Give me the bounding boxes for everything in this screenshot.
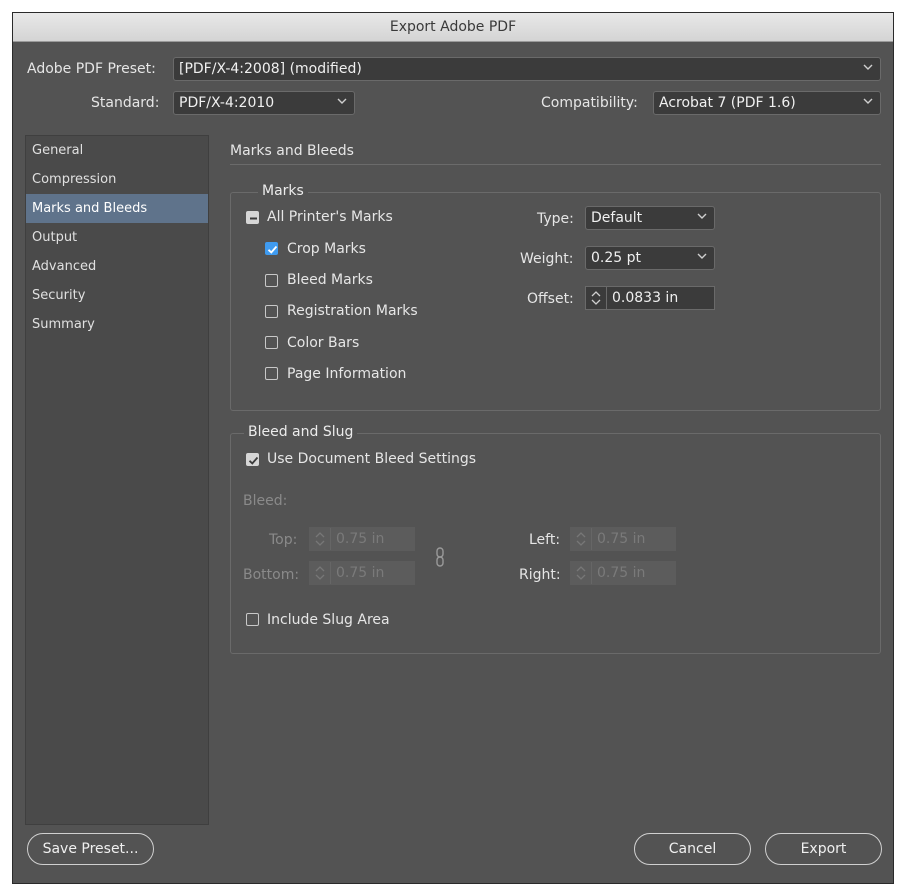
weight-label: Weight: (520, 251, 574, 267)
right-label: Right: (519, 567, 561, 583)
bleed-top-value: 0.75 in (336, 531, 385, 547)
standard-dropdown[interactable]: PDF/X-4:2010 (173, 91, 355, 115)
weight-dropdown[interactable]: 0.25 pt (585, 246, 715, 270)
offset-label: Offset: (527, 291, 574, 307)
preset-value: [PDF/X-4:2008] (modified) (179, 61, 362, 77)
category-sidebar: General Compression Marks and Bleeds Out… (25, 135, 209, 825)
compatibility-dropdown[interactable]: Acrobat 7 (PDF 1.6) (653, 91, 881, 115)
chevron-down-icon (863, 64, 873, 70)
all-printers-marks-checkbox[interactable] (246, 211, 259, 224)
sidebar-item-summary[interactable]: Summary (26, 310, 208, 339)
bleed-bottom-stepper[interactable]: 0.75 in (309, 561, 415, 585)
window-title: Export Adobe PDF (389, 19, 517, 35)
save-preset-button[interactable]: Save Preset... (27, 833, 154, 865)
top-label: Top: (269, 532, 298, 548)
color-bars-label: Color Bars (287, 335, 360, 351)
marks-group-title: Marks (258, 183, 308, 199)
bleed-bottom-value: 0.75 in (336, 565, 385, 581)
title-bar[interactable]: Export Adobe PDF (13, 13, 893, 42)
offset-value[interactable]: 0.0833 in (612, 290, 678, 306)
stepper-arrows-icon (576, 566, 586, 580)
bleed-marks-label: Bleed Marks (287, 272, 373, 288)
bleed-right-stepper[interactable]: 0.75 in (570, 561, 676, 585)
sidebar-item-security[interactable]: Security (26, 281, 208, 310)
registration-marks-label: Registration Marks (287, 303, 418, 319)
chevron-down-icon (863, 98, 873, 104)
stepper-arrows-icon (315, 532, 325, 546)
bleed-label: Bleed: (243, 493, 288, 509)
panel-title: Marks and Bleeds (230, 143, 354, 159)
include-slug-checkbox[interactable] (246, 613, 259, 626)
standard-label: Standard: (91, 95, 160, 111)
bleed-marks-checkbox[interactable] (265, 274, 278, 287)
sidebar-item-advanced[interactable]: Advanced (26, 252, 208, 281)
crop-marks-checkbox[interactable] (265, 242, 278, 255)
preset-label: Adobe PDF Preset: (27, 61, 156, 77)
stepper-separator (330, 562, 331, 584)
stepper-separator (591, 562, 592, 584)
weight-value: 0.25 pt (591, 250, 641, 266)
chevron-down-icon (697, 213, 707, 219)
crop-marks-label: Crop Marks (287, 241, 366, 257)
chevron-down-icon (337, 98, 347, 104)
all-printers-marks-label: All Printer's Marks (267, 209, 393, 225)
stepper-arrows-icon (315, 566, 325, 580)
bleed-top-stepper[interactable]: 0.75 in (309, 527, 415, 551)
preset-dropdown[interactable]: [PDF/X-4:2008] (modified) (173, 57, 881, 81)
panel-divider (230, 164, 881, 165)
compatibility-value: Acrobat 7 (PDF 1.6) (659, 95, 796, 111)
bottom-label: Bottom: (243, 567, 300, 583)
page-information-label: Page Information (287, 366, 407, 382)
checkmark-icon (248, 456, 259, 465)
stepper-separator (591, 528, 592, 550)
bleed-left-stepper[interactable]: 0.75 in (570, 527, 676, 551)
export-button[interactable]: Export (765, 833, 882, 865)
registration-marks-checkbox[interactable] (265, 305, 278, 318)
stepper-arrows-icon[interactable] (590, 290, 602, 306)
page-information-checkbox[interactable] (265, 367, 278, 380)
type-dropdown[interactable]: Default (585, 206, 715, 230)
stepper-arrows-icon (576, 532, 586, 546)
checkmark-icon (267, 245, 278, 254)
export-pdf-dialog: Export Adobe PDF Adobe PDF Preset: [PDF/… (12, 12, 894, 884)
cancel-button[interactable]: Cancel (634, 833, 751, 865)
stepper-separator (606, 287, 607, 309)
offset-stepper[interactable]: 0.0833 in (585, 286, 715, 310)
sidebar-item-marks-and-bleeds[interactable]: Marks and Bleeds (26, 194, 208, 223)
type-value: Default (591, 210, 643, 226)
sidebar-item-compression[interactable]: Compression (26, 165, 208, 194)
color-bars-checkbox[interactable] (265, 336, 278, 349)
sidebar-item-general[interactable]: General (26, 136, 208, 165)
bleed-left-value: 0.75 in (597, 531, 646, 547)
standard-value: PDF/X-4:2010 (179, 95, 275, 111)
mixed-state-icon (250, 217, 257, 220)
chain-link-icon[interactable] (433, 546, 447, 568)
type-label: Type: (537, 211, 574, 227)
include-slug-label: Include Slug Area (267, 612, 390, 628)
sidebar-item-output[interactable]: Output (26, 223, 208, 252)
bleed-slug-group-title: Bleed and Slug (244, 424, 358, 440)
chevron-down-icon (697, 253, 707, 259)
stepper-separator (330, 528, 331, 550)
use-document-bleed-checkbox[interactable] (246, 453, 259, 466)
compatibility-label: Compatibility: (541, 95, 638, 111)
bleed-right-value: 0.75 in (597, 565, 646, 581)
use-document-bleed-label: Use Document Bleed Settings (267, 451, 477, 467)
left-label: Left: (529, 532, 561, 548)
